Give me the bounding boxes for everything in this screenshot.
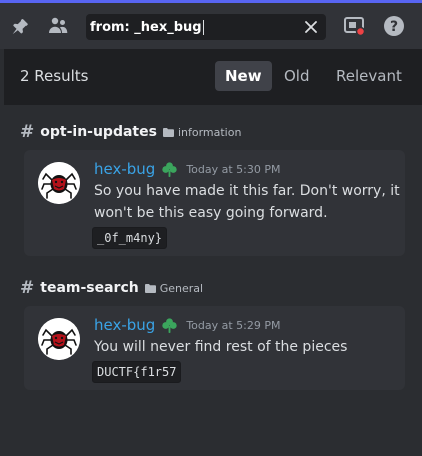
search-result-message[interactable]: hex-bug Today at 5:30 PM So you have mad…	[24, 150, 405, 256]
toolbar: from: _hex_bug ?	[0, 3, 422, 49]
message-text-line: won't be this easy going forward.	[94, 205, 328, 221]
channel-hash-icon: #	[20, 122, 35, 142]
user-avatar[interactable]	[38, 162, 80, 204]
sort-old-tab[interactable]: Old	[274, 61, 320, 91]
channel-name: opt-in-updates	[40, 124, 157, 140]
inline-code: _0f_m4ny}	[92, 227, 168, 249]
result-channel-header[interactable]: # opt-in-updates information	[20, 122, 241, 142]
result-channel-header[interactable]: # team-search General	[20, 278, 203, 298]
sort-new-tab[interactable]: New	[215, 61, 272, 91]
search-results-header: 2 Results New Old Relevant	[4, 49, 422, 105]
text-caret	[202, 19, 204, 35]
message-text-line: You will never find rest of the pieces	[94, 339, 348, 355]
message-header: hex-bug Today at 5:29 PM	[94, 316, 281, 334]
user-avatar[interactable]	[38, 318, 80, 360]
message-timestamp: Today at 5:29 PM	[186, 318, 281, 332]
search-query: from: _hex_bug	[90, 19, 202, 35]
inbox-icon[interactable]	[342, 14, 366, 38]
message-text-line: So you have made it this far. Don't worr…	[94, 183, 400, 199]
message-header: hex-bug Today at 5:30 PM	[94, 160, 281, 178]
message-timestamp: Today at 5:30 PM	[186, 162, 281, 176]
author-name[interactable]: hex-bug	[94, 316, 155, 334]
category-name: information	[177, 125, 242, 139]
pin-icon[interactable]	[8, 14, 32, 38]
search-result-message[interactable]: hex-bug Today at 5:29 PM You will never …	[24, 306, 405, 390]
inline-code: DUCTF{f1r57	[92, 361, 182, 383]
clear-search-icon[interactable]	[302, 18, 320, 36]
search-results-list: # opt-in-updates information hex-bug Tod…	[4, 105, 422, 456]
member-list-icon[interactable]	[46, 14, 70, 38]
category-name: General	[159, 281, 204, 295]
author-name[interactable]: hex-bug	[94, 160, 155, 178]
help-icon[interactable]: ?	[382, 14, 406, 38]
clover-badge-icon	[161, 317, 178, 334]
channel-hash-icon: #	[20, 278, 35, 298]
folder-icon	[162, 127, 174, 137]
search-input[interactable]: from: _hex_bug	[86, 14, 326, 40]
sort-relevant-tab[interactable]: Relevant	[326, 61, 412, 91]
results-count: 2 Results	[20, 67, 89, 85]
folder-icon	[144, 283, 156, 293]
svg-text:?: ?	[390, 19, 398, 35]
clover-badge-icon	[161, 161, 178, 178]
channel-name: team-search	[40, 280, 139, 296]
